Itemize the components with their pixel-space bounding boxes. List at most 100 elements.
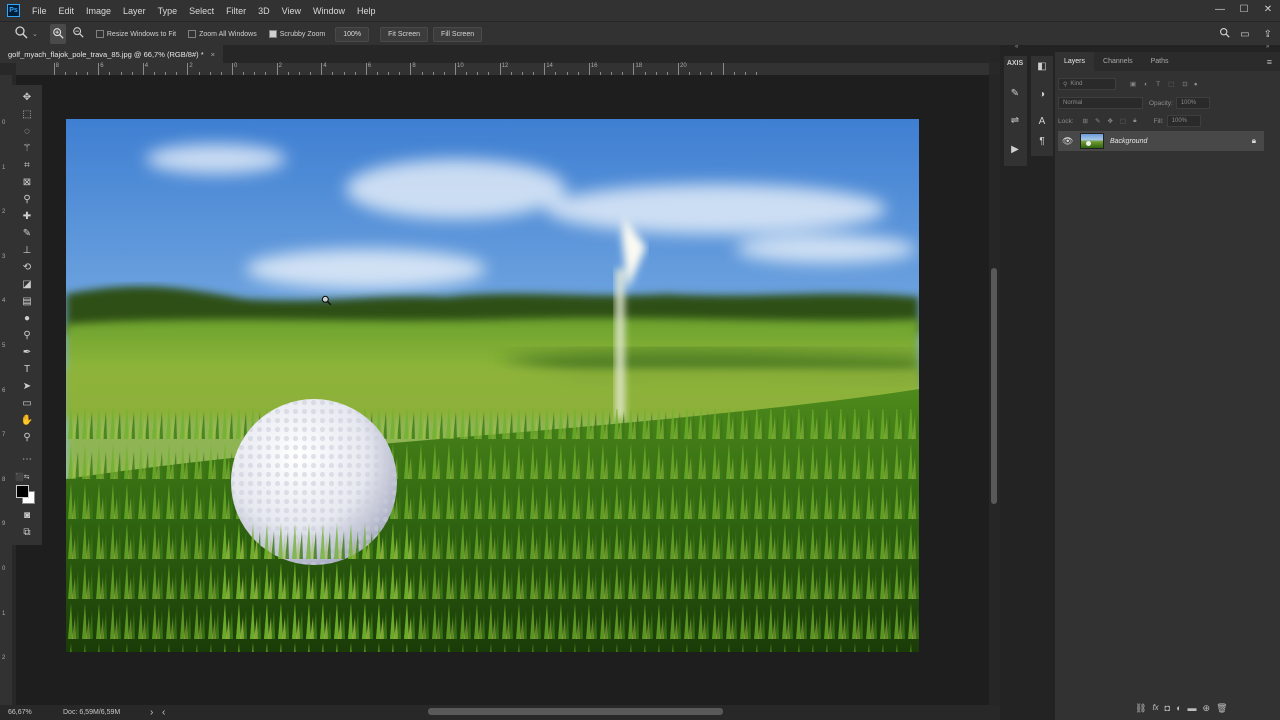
healing-brush-tool-icon[interactable]: ✚ — [19, 210, 35, 224]
menu-file[interactable]: File — [32, 6, 47, 16]
marquee-tool-icon[interactable]: ⬚ — [19, 108, 35, 122]
filter-shape-icon[interactable]: ⬚ — [1168, 80, 1174, 88]
lock-transparency-icon[interactable]: ⊞ — [1083, 117, 1088, 125]
layer-kind-filter[interactable]: ⚲ Kind — [1058, 78, 1116, 90]
axis-plugin-icon[interactable]: AXIS — [1006, 60, 1024, 67]
actions-play-icon[interactable]: ▶ — [1006, 144, 1024, 155]
scrubby-zoom-checkbox[interactable] — [268, 30, 277, 38]
filter-type-icon[interactable]: T — [1156, 81, 1160, 88]
eraser-tool-icon[interactable]: ◪ — [19, 278, 35, 292]
zoom-tool-icon[interactable] — [14, 25, 28, 44]
clone-stamp-tool-icon[interactable]: ⊥ — [19, 244, 35, 258]
status-menu-arrow-icon[interactable]: › — [150, 707, 162, 718]
fill-field[interactable]: 100% — [1166, 115, 1201, 127]
photoshop-logo-icon[interactable]: Ps — [7, 4, 20, 17]
magic-wand-tool-icon[interactable]: ⚚ — [19, 142, 35, 156]
menu-layer[interactable]: Layer — [123, 6, 146, 16]
resize-windows-checkbox[interactable] — [95, 30, 104, 38]
menu-3d[interactable]: 3D — [258, 6, 270, 16]
filter-smart-object-icon[interactable]: ⊡ — [1182, 80, 1187, 88]
screen-mode-icon[interactable]: ⧉ — [19, 526, 35, 540]
tool-preset-chevron-icon[interactable]: ⌄ — [32, 30, 38, 38]
zoom-tool-sidebar-icon[interactable]: ⚲ — [19, 431, 35, 445]
lock-pixels-icon[interactable]: ✎ — [1095, 117, 1100, 125]
brush-tool-icon[interactable]: ✎ — [19, 227, 35, 241]
fit-screen-button[interactable]: Fit Screen — [380, 26, 429, 42]
workspace-icon[interactable]: ▭ — [1240, 29, 1249, 40]
close-document-icon[interactable]: × — [211, 50, 215, 59]
filter-toggle-icon[interactable]: ● — [1194, 81, 1198, 88]
resize-windows-option[interactable]: Resize Windows to Fit — [95, 30, 176, 38]
menu-type[interactable]: Type — [158, 6, 178, 16]
opacity-field[interactable]: 100% — [1175, 97, 1210, 109]
visibility-eye-icon[interactable]: 👁︎ — [1062, 136, 1076, 147]
close-icon[interactable]: ✕ — [1256, 0, 1280, 21]
zoom-100-button[interactable]: 100% — [335, 26, 370, 42]
character-icon[interactable]: A — [1033, 116, 1051, 127]
panel-menu-icon[interactable]: ≡ — [1267, 57, 1272, 67]
layer-row[interactable]: 👁︎ Background 🔒︎ — [1058, 131, 1264, 151]
tab-layers[interactable]: Layers — [1055, 52, 1095, 71]
default-colors-icon[interactable]: ⬛⇆ — [15, 473, 30, 481]
link-layers-icon[interactable]: ⛓ — [1135, 703, 1146, 714]
layer-name[interactable]: Background — [1110, 138, 1252, 145]
dodge-tool-icon[interactable]: ⚲ — [19, 329, 35, 343]
menu-select[interactable]: Select — [189, 6, 214, 16]
filter-pixel-icon[interactable]: ▣ — [1130, 80, 1136, 88]
scrubby-zoom-option[interactable]: Scrubby Zoom — [268, 30, 325, 38]
gradient-tool-icon[interactable]: ▤ — [19, 295, 35, 309]
brush-settings-icon[interactable]: ✎ — [1006, 88, 1024, 99]
move-tool-icon[interactable]: ✥ — [19, 91, 35, 105]
hand-tool-icon[interactable]: ✋ — [19, 414, 35, 428]
lock-all-icon[interactable]: 🔒︎ — [1133, 117, 1136, 125]
add-mask-icon[interactable]: ◘ — [1165, 703, 1170, 714]
fill-screen-button[interactable]: Fill Screen — [433, 26, 483, 42]
lock-artboard-icon[interactable]: ⬚ — [1120, 117, 1126, 125]
adjustments-icon[interactable]: ◑ — [1033, 89, 1051, 100]
pen-tool-icon[interactable]: ✒ — [19, 346, 35, 360]
scroll-left-icon[interactable]: ‹ — [162, 707, 165, 718]
menu-filter[interactable]: Filter — [226, 6, 246, 16]
layer-lock-icon[interactable]: 🔒︎ — [1252, 136, 1256, 146]
document-tab[interactable]: golf_myach_flajok_pole_trava_85.jpg @ 66… — [0, 45, 224, 63]
layer-style-icon[interactable]: fx — [1152, 703, 1158, 714]
tab-paths[interactable]: Paths — [1142, 52, 1178, 71]
document-image[interactable] — [66, 119, 919, 652]
adjust-icon[interactable]: ⇌ — [1006, 115, 1024, 126]
zoom-in-icon[interactable] — [49, 24, 66, 44]
menu-window[interactable]: Window — [313, 6, 345, 16]
history-brush-tool-icon[interactable]: ⟲ — [19, 261, 35, 275]
blend-mode-select[interactable]: Normal — [1058, 97, 1143, 109]
new-layer-icon[interactable]: ⊕ — [1203, 703, 1211, 714]
lock-position-icon[interactable]: ✥ — [1107, 117, 1112, 125]
horizontal-ruler[interactable]: 8 6 4 2 0 2 4 6 8 10 12 14 16 18 20 — [16, 63, 989, 76]
search-icon[interactable] — [1219, 25, 1230, 43]
rectangle-tool-icon[interactable]: ▭ — [19, 397, 35, 411]
minimize-icon[interactable]: — — [1208, 0, 1232, 21]
tab-channels[interactable]: Channels — [1094, 52, 1142, 71]
collapse-panels-icon[interactable]: » — [1266, 44, 1269, 50]
collapse-dock-icon[interactable]: « — [1015, 44, 1018, 50]
eyedropper-tool-icon[interactable]: ⚲ — [19, 193, 35, 207]
more-tools-icon[interactable]: ⋯ — [19, 453, 35, 467]
properties-icon[interactable]: ◧ — [1033, 61, 1051, 72]
menu-help[interactable]: Help — [357, 6, 376, 16]
quick-mask-icon[interactable]: ◙ — [19, 509, 35, 523]
zoom-all-option[interactable]: Zoom All Windows — [188, 30, 257, 38]
delete-layer-icon[interactable]: 🗑︎ — [1216, 703, 1227, 714]
frame-tool-icon[interactable]: ⊠ — [19, 176, 35, 190]
foreground-color-swatch[interactable] — [16, 485, 29, 498]
type-tool-icon[interactable]: T — [19, 363, 35, 377]
paragraph-icon[interactable]: ¶ — [1033, 136, 1051, 147]
crop-tool-icon[interactable]: ⌗ — [19, 159, 35, 173]
vertical-scroll-thumb[interactable] — [991, 268, 997, 504]
zoom-all-checkbox[interactable] — [188, 30, 197, 38]
vertical-ruler[interactable]: 0 1 2 3 4 5 6 7 8 9 0 1 2 — [0, 75, 12, 705]
new-group-icon[interactable]: ▬ — [1188, 703, 1197, 714]
maximize-icon[interactable]: ☐ — [1232, 0, 1256, 21]
zoom-readout[interactable]: 66,67% — [8, 709, 63, 716]
blur-tool-icon[interactable]: ● — [19, 312, 35, 326]
menu-edit[interactable]: Edit — [59, 6, 75, 16]
lasso-tool-icon[interactable]: ◌ — [19, 125, 35, 139]
menu-view[interactable]: View — [282, 6, 301, 16]
